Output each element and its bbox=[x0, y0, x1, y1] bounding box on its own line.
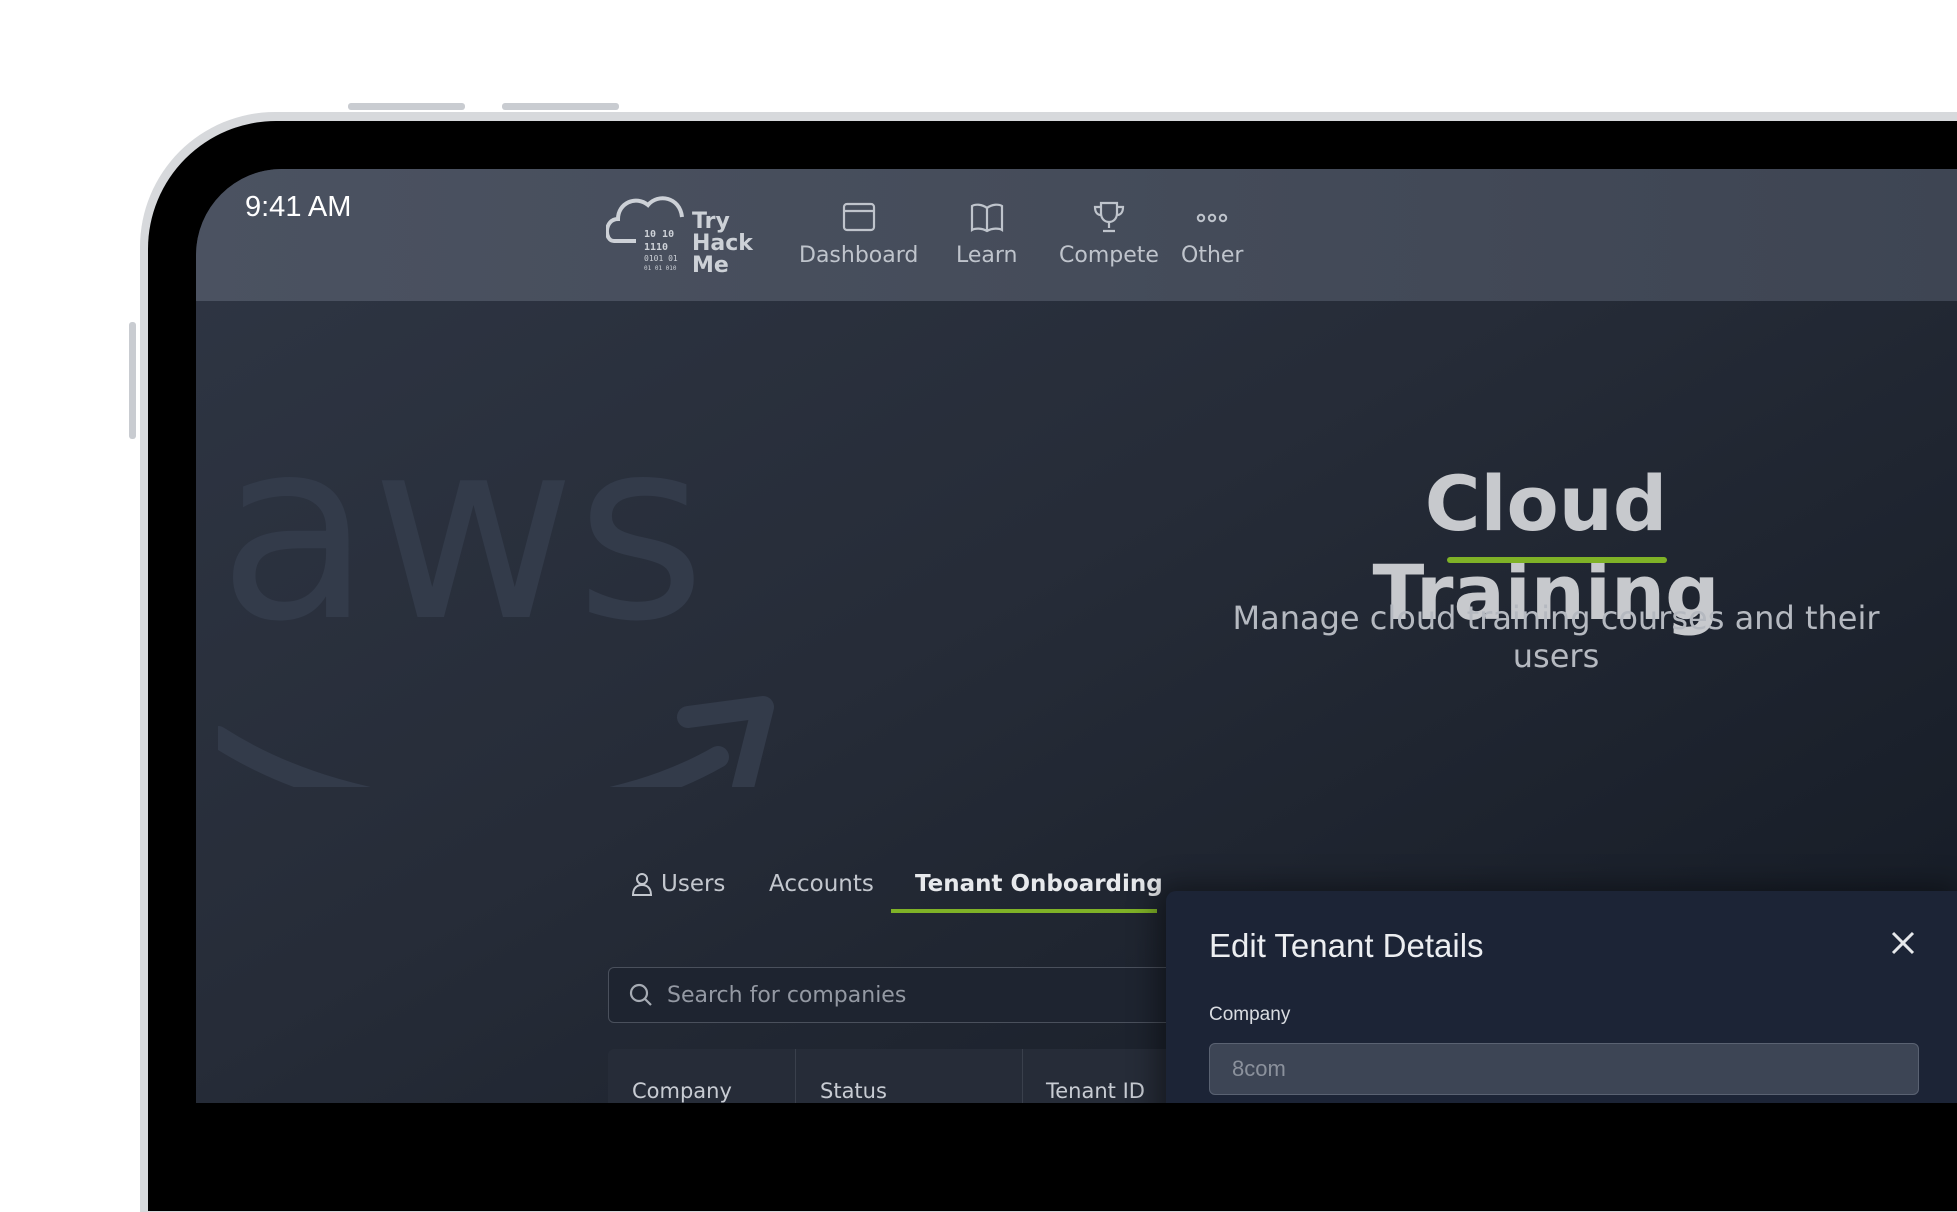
tab-tenant-onboarding-label: Tenant Onboarding bbox=[915, 871, 1163, 897]
top-navbar: 9:41 AM 10 10 1110 0101 01 01 01 010 Try… bbox=[196, 169, 1957, 301]
tab-users[interactable]: Users bbox=[631, 859, 725, 909]
device-screen: 9:41 AM 10 10 1110 0101 01 01 01 010 Try… bbox=[196, 169, 1957, 1103]
book-icon bbox=[970, 203, 1003, 233]
brand-line-3: Me bbox=[692, 253, 729, 278]
column-status[interactable]: Status bbox=[820, 1079, 887, 1103]
brand-line-2: Hack bbox=[692, 231, 753, 256]
trophy-icon bbox=[1093, 201, 1125, 233]
active-tab-indicator bbox=[891, 909, 1157, 913]
company-field-label: Company bbox=[1209, 1004, 1291, 1025]
nav-dashboard[interactable]: Dashboard bbox=[799, 199, 918, 268]
more-icon bbox=[1197, 213, 1228, 223]
company-field[interactable]: 8com bbox=[1209, 1043, 1919, 1095]
search-icon bbox=[629, 983, 652, 1006]
svg-text:0101 01: 0101 01 bbox=[644, 254, 678, 263]
nav-compete-label: Compete bbox=[1059, 243, 1159, 268]
title-underline bbox=[1447, 557, 1667, 563]
svg-text:1110: 1110 bbox=[644, 242, 668, 253]
tab-accounts[interactable]: Accounts bbox=[769, 859, 874, 909]
column-divider bbox=[1022, 1049, 1023, 1103]
svg-text:10 10: 10 10 bbox=[644, 229, 674, 240]
nav-compete[interactable]: Compete bbox=[1059, 199, 1159, 268]
nav-other[interactable]: Other bbox=[1181, 199, 1243, 268]
modal-title: Edit Tenant Details bbox=[1209, 927, 1484, 964]
column-company[interactable]: Company bbox=[632, 1079, 732, 1103]
dashboard-icon bbox=[842, 202, 875, 232]
tab-users-label: Users bbox=[661, 871, 726, 897]
nav-dashboard-label: Dashboard bbox=[799, 243, 919, 268]
tab-accounts-label: Accounts bbox=[769, 871, 874, 897]
device-top-button-2 bbox=[502, 103, 619, 110]
nav-learn-label: Learn bbox=[956, 243, 1018, 268]
column-divider bbox=[795, 1049, 796, 1103]
aws-watermark-text: aws bbox=[218, 407, 706, 676]
edit-tenant-modal: Edit Tenant Details Company 8com bbox=[1166, 891, 1957, 1103]
brand-line-1: Try bbox=[692, 209, 730, 234]
user-icon bbox=[631, 873, 653, 896]
nav-learn[interactable]: Learn bbox=[956, 199, 1018, 268]
device-top-button-1 bbox=[348, 103, 465, 110]
search-input[interactable]: Search for companies bbox=[667, 983, 906, 1008]
nav-other-label: Other bbox=[1181, 243, 1244, 268]
aws-watermark-logo: aws bbox=[218, 407, 774, 787]
page-subtitle: Manage cloud training courses and their … bbox=[1232, 599, 1880, 675]
tab-tenant-onboarding[interactable]: Tenant Onboarding bbox=[915, 859, 1163, 909]
column-tenant-id[interactable]: Tenant ID bbox=[1046, 1079, 1145, 1103]
device-side-button bbox=[129, 322, 136, 439]
tryhackme-logo[interactable]: 10 10 1110 0101 01 01 01 010 Try Hack Me bbox=[605, 189, 766, 284]
status-time: 9:41 AM bbox=[245, 191, 352, 223]
close-icon[interactable] bbox=[1889, 929, 1917, 957]
svg-text:01 01 010: 01 01 010 bbox=[644, 265, 677, 272]
